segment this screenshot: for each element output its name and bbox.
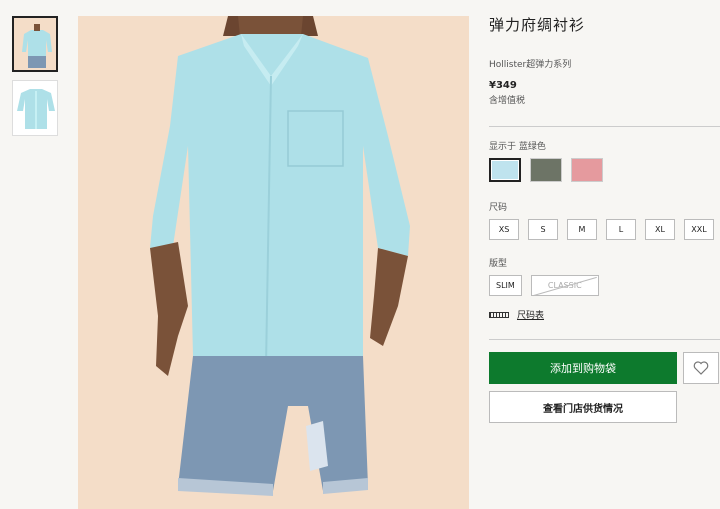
divider xyxy=(489,126,720,127)
size-l-button[interactable]: L xyxy=(606,219,636,240)
size-label: 尺码 xyxy=(489,203,508,213)
swatch-pink[interactable] xyxy=(571,158,603,182)
product-title: 弹力府绸衬衫 xyxy=(489,16,586,34)
fit-slim-button[interactable]: SLIM xyxy=(489,275,522,296)
fit-options: SLIM CLASSIC xyxy=(489,275,720,296)
product-price: ¥349 xyxy=(489,80,517,91)
product-info-panel: 弹力府绸衬衫 Hollister超弹力系列 ¥349 含增值税 显示于 蓝绿色 … xyxy=(489,14,720,423)
divider xyxy=(489,339,720,340)
thumbnail-list xyxy=(12,16,60,144)
swatch-light-blue[interactable] xyxy=(489,158,521,182)
add-to-bag-button[interactable]: 添加到购物袋 xyxy=(489,352,677,384)
size-options: XS S M L XL XXL xyxy=(489,219,720,240)
product-subtitle: Hollister超弹力系列 xyxy=(489,60,572,70)
model-photo xyxy=(78,16,469,509)
color-label: 显示于 蓝绿色 xyxy=(489,142,546,152)
size-s-button[interactable]: S xyxy=(528,219,558,240)
size-chart-link[interactable]: 尺码表 xyxy=(489,308,720,321)
thumbnail-flat[interactable] xyxy=(12,80,58,136)
size-xl-button[interactable]: XL xyxy=(645,219,675,240)
size-xs-button[interactable]: XS xyxy=(489,219,519,240)
store-availability-button[interactable]: 查看门店供货情况 xyxy=(489,391,677,423)
thumbnail-model-image xyxy=(14,18,56,70)
main-product-image xyxy=(78,16,469,509)
size-chart-label: 尺码表 xyxy=(517,311,545,321)
swatch-olive[interactable] xyxy=(530,158,562,182)
ruler-icon xyxy=(489,311,509,318)
wishlist-button[interactable] xyxy=(683,352,719,384)
tax-note: 含增值税 xyxy=(489,96,526,106)
size-m-button[interactable]: M xyxy=(567,219,597,240)
fit-label: 版型 xyxy=(489,259,508,269)
color-swatches xyxy=(489,158,720,182)
fit-classic-button: CLASSIC xyxy=(530,275,599,296)
size-xxl-button[interactable]: XXL xyxy=(684,219,714,240)
cta-row: 添加到购物袋 xyxy=(489,352,720,384)
heart-icon xyxy=(693,361,709,375)
thumbnail-model[interactable] xyxy=(12,16,58,72)
thumbnail-flat-image xyxy=(13,81,57,135)
